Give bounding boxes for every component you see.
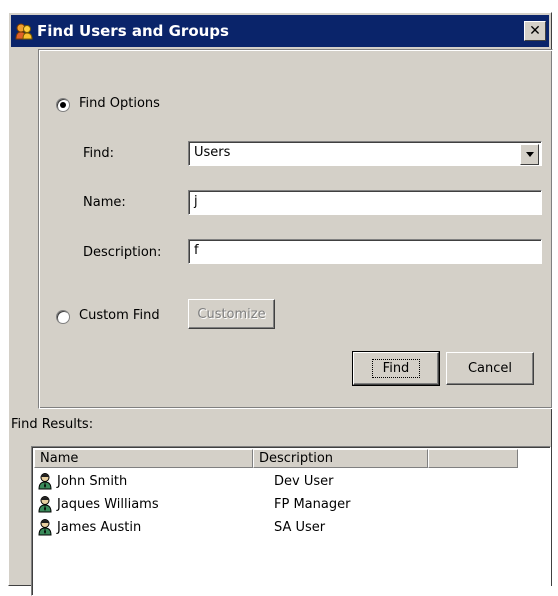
find-button-label: Find xyxy=(371,359,421,378)
custom-find-label: Custom Find xyxy=(79,308,160,323)
result-description: SA User xyxy=(274,519,326,535)
result-name: Jaques Williams xyxy=(57,496,159,512)
results-list[interactable]: Name Description John Smith Dev User Jaq… xyxy=(31,446,551,596)
custom-find-radio[interactable] xyxy=(56,310,70,324)
find-options-radio[interactable] xyxy=(56,98,70,112)
user-icon xyxy=(36,495,54,513)
chevron-down-icon[interactable] xyxy=(520,144,539,165)
result-name: John Smith xyxy=(57,473,128,489)
result-description: Dev User xyxy=(274,473,334,489)
column-header-extra[interactable] xyxy=(428,449,518,468)
title-bar[interactable]: Find Users and Groups ✕ xyxy=(11,15,549,47)
result-name: James Austin xyxy=(57,519,142,535)
column-header-name[interactable]: Name xyxy=(34,449,253,468)
window-title: Find Users and Groups xyxy=(37,22,229,40)
column-header-description[interactable]: Description xyxy=(253,449,428,468)
find-button[interactable]: Find xyxy=(352,351,440,386)
find-users-dialog: Find Users and Groups ✕ Find Options Fin… xyxy=(8,12,553,596)
result-description: FP Manager xyxy=(274,496,351,512)
results-list-header: Name Description xyxy=(34,449,518,468)
user-icon xyxy=(36,518,54,536)
search-criteria-group: Find Options Find: Users Name: j Descrip… xyxy=(38,49,553,409)
find-type-label: Find: xyxy=(83,146,115,161)
user-icon xyxy=(36,472,54,490)
name-input[interactable]: j xyxy=(188,190,542,215)
description-label: Description: xyxy=(83,245,162,260)
cancel-button[interactable]: Cancel xyxy=(446,352,534,385)
find-results-label: Find Results: xyxy=(11,417,94,432)
list-item[interactable]: John Smith Dev User xyxy=(36,470,444,492)
list-item[interactable]: Jaques Williams FP Manager xyxy=(36,493,444,515)
find-options-label: Find Options xyxy=(79,96,160,111)
find-type-select[interactable]: Users xyxy=(188,141,542,166)
close-button[interactable]: ✕ xyxy=(524,21,546,41)
find-type-value: Users xyxy=(194,145,231,160)
description-input[interactable]: f xyxy=(188,239,542,264)
users-groups-icon xyxy=(15,22,33,40)
name-label: Name: xyxy=(83,195,126,210)
list-item[interactable]: James Austin SA User xyxy=(36,516,444,538)
customize-button[interactable]: Customize xyxy=(188,299,275,329)
